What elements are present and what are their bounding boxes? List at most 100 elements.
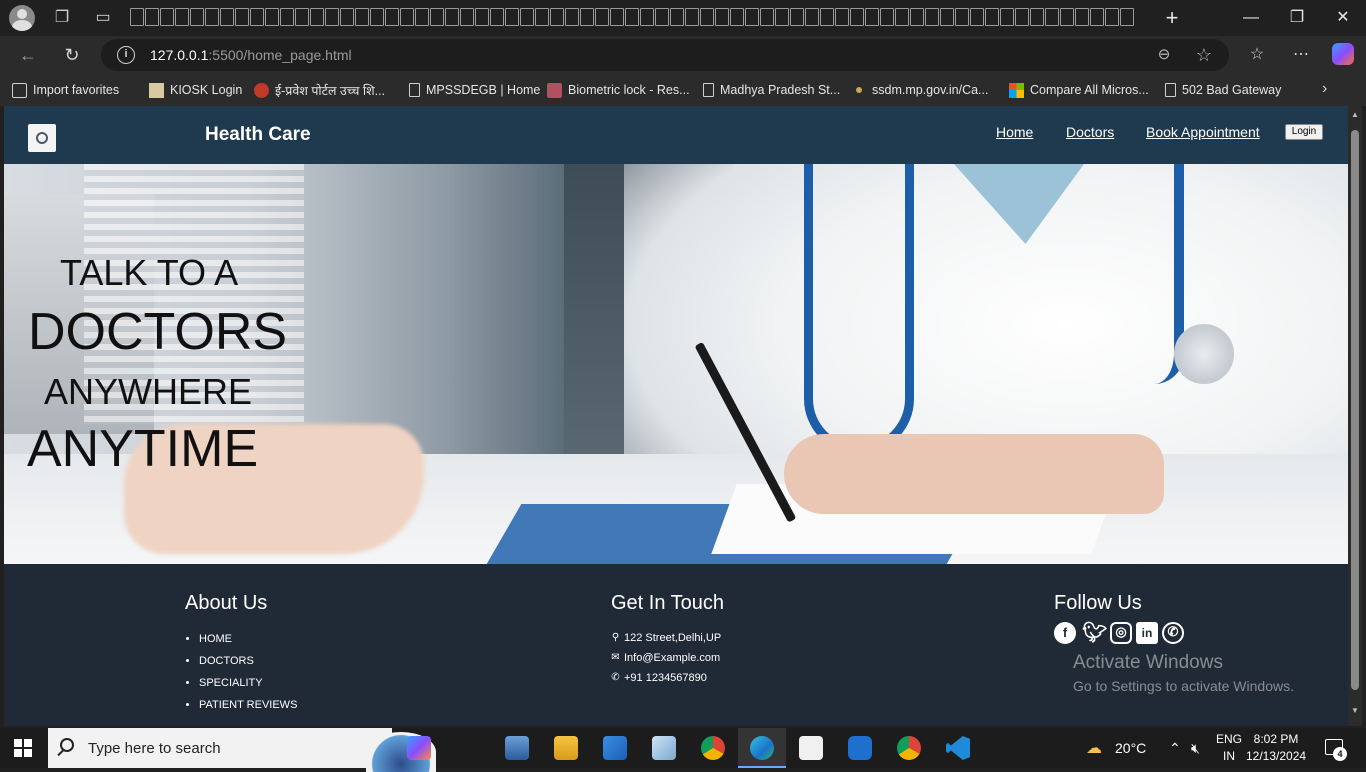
e-pravesh-favicon <box>254 82 269 98</box>
bookmark-e-pravesh[interactable]: ई-प्रवेश पोर्टल उच्च शि... <box>254 82 385 98</box>
bookmark-502-bad-gateway[interactable]: 502 Bad Gateway <box>1165 82 1281 98</box>
bookmark-ssdm[interactable]: ssdm.mp.gov.in/Ca... <box>852 82 988 98</box>
bookmark-mpssdegb[interactable]: MPSSDEGB | Home <box>409 82 540 98</box>
about-us-list: HOME DOCTORS SPECIALITY PATIENT REVIEWS <box>185 632 297 720</box>
workspaces-icon[interactable]: ❐ <box>52 8 72 28</box>
page-icon <box>409 83 420 97</box>
browser-titlebar: ❐ ▭ + — ❐ ✕ <box>0 0 1366 36</box>
contact-address: ⚲ 122 Street,Delhi,UP <box>611 632 721 644</box>
address-bar[interactable]: i 127.0.0.1:5500/home_page.html ⊖ ☆ <box>101 39 1229 71</box>
envelope-icon: ✉ <box>611 652 620 663</box>
linkedin-icon[interactable]: in <box>1136 622 1158 644</box>
close-icon[interactable]: ✕ <box>1328 6 1358 30</box>
language-indicator[interactable]: ENG IN <box>1216 731 1242 765</box>
bookmark-import-favorites[interactable]: Import favorites <box>12 82 119 98</box>
minimize-icon[interactable]: — <box>1236 6 1266 30</box>
clock-date: 12/13/2024 <box>1246 749 1307 763</box>
twitter-icon[interactable]: 🐦︎ <box>1082 622 1107 644</box>
page-scrollbar[interactable]: ▲ ▼ <box>1348 106 1362 726</box>
import-icon <box>12 82 27 98</box>
bookmark-madhya-pradesh[interactable]: Madhya Pradesh St... <box>703 82 840 98</box>
brand-title: Health Care <box>205 124 311 145</box>
follow-us-heading: Follow Us <box>1054 592 1142 614</box>
file-explorer-icon[interactable] <box>554 736 578 760</box>
site-logo[interactable] <box>28 124 56 152</box>
lang-region: IN <box>1223 749 1235 763</box>
scroll-up-icon[interactable]: ▲ <box>1350 110 1360 120</box>
page-icon <box>1165 83 1176 97</box>
get-in-touch-heading: Get In Touch <box>611 592 725 614</box>
weather-temp[interactable]: 20°C <box>1115 740 1146 756</box>
footer-link-doctors[interactable]: DOCTORS <box>199 654 297 676</box>
bookmarks-bar: Import favorites KIOSK Login ई-प्रवेश पो… <box>0 74 1366 106</box>
activate-subtitle: Go to Settings to activate Windows. <box>1073 678 1294 694</box>
phone-icon: ✆ <box>611 672 620 683</box>
tab-actions-icon[interactable]: ▭ <box>93 8 113 28</box>
phone-text: +91 1234567890 <box>624 672 707 684</box>
page-icon <box>703 83 714 97</box>
contact-phone: ✆ +91 1234567890 <box>611 672 707 684</box>
address-text: 122 Street,Delhi,UP <box>624 632 722 644</box>
favorites-icon[interactable]: ☆ <box>1246 44 1268 66</box>
notification-badge: 4 <box>1333 747 1347 761</box>
refresh-icon[interactable]: ↻ <box>60 44 84 66</box>
back-icon[interactable]: ← <box>16 44 40 66</box>
profile-avatar-icon[interactable] <box>9 5 35 31</box>
copilot-icon[interactable] <box>1332 43 1354 65</box>
system-clock[interactable]: 8:02 PM 12/13/2024 <box>1246 731 1306 765</box>
hero-stethoscope-chestpiece <box>1174 324 1234 384</box>
windows-taskbar: Type here to search ☁ 20°C ⌃ 🔇︎ ENG IN 8:… <box>0 728 1366 772</box>
kiosk-favicon <box>149 82 164 98</box>
tab-strip[interactable] <box>130 8 1138 28</box>
more-options-icon[interactable]: ⋯ <box>1290 44 1312 66</box>
taskbar-search[interactable]: Type here to search <box>48 728 436 772</box>
footer-link-patient-reviews[interactable]: PATIENT REVIEWS <box>199 698 297 720</box>
bookmark-compare-microsoft[interactable]: Compare All Micros... <box>1009 82 1149 98</box>
login-button[interactable]: Login <box>1285 124 1323 140</box>
meet-app-icon[interactable] <box>848 736 872 760</box>
chrome-icon[interactable] <box>701 736 725 760</box>
whatsapp-icon[interactable]: ✆ <box>1162 622 1184 644</box>
volume-muted-icon[interactable]: 🔇︎ <box>1191 740 1200 757</box>
chrome-profile-icon[interactable] <box>897 736 921 760</box>
scroll-down-icon[interactable]: ▼ <box>1350 706 1360 716</box>
hero-line-anywhere: ANYWHERE <box>44 371 253 412</box>
facebook-icon[interactable]: f <box>1054 622 1076 644</box>
zoom-out-icon[interactable]: ⊖ <box>1154 45 1174 65</box>
restore-icon[interactable]: ❐ <box>1282 6 1312 30</box>
copilot-app-icon[interactable] <box>407 736 431 760</box>
footer-link-speciality[interactable]: SPECIALITY <box>199 676 297 698</box>
weather-icon[interactable]: ☁ <box>1086 738 1102 758</box>
hero-line-doctors: DOCTORS <box>28 303 288 361</box>
edge-icon[interactable] <box>750 736 774 760</box>
search-icon <box>60 738 74 752</box>
vscode-icon[interactable] <box>946 736 970 760</box>
notes-app-icon[interactable] <box>652 736 676 760</box>
mail-icon[interactable] <box>799 736 823 760</box>
site-footer: About Us HOME DOCTORS SPECIALITY PATIENT… <box>4 564 1348 726</box>
favorite-star-icon[interactable]: ☆ <box>1194 45 1214 65</box>
tray-chevron-icon[interactable]: ⌃ <box>1169 740 1181 757</box>
nav-home-link[interactable]: Home <box>996 124 1033 140</box>
nav-book-appointment-link[interactable]: Book Appointment <box>1146 124 1260 140</box>
microsoft-store-icon[interactable] <box>603 736 627 760</box>
activate-title: Activate Windows <box>1073 652 1223 673</box>
new-tab-icon[interactable]: + <box>1157 6 1187 30</box>
bookmark-biometric-lock[interactable]: Biometric lock - Res... <box>547 82 690 98</box>
desktop-app-icon[interactable] <box>505 736 529 760</box>
url-text[interactable]: 127.0.0.1:5500/home_page.html <box>150 47 352 63</box>
footer-link-home[interactable]: HOME <box>199 632 297 654</box>
email-text: Info@Example.com <box>624 652 721 664</box>
bookmarks-more-icon[interactable]: › <box>1322 80 1327 98</box>
windows-start-icon[interactable] <box>14 739 32 757</box>
nav-doctors-link[interactable]: Doctors <box>1066 124 1114 140</box>
hero-doctor-hand <box>784 434 1164 514</box>
bookmark-kiosk-login[interactable]: KIOSK Login <box>149 82 242 98</box>
lang-code: ENG <box>1216 732 1243 746</box>
site-info-icon[interactable]: i <box>117 46 135 64</box>
biometric-favicon <box>547 82 562 98</box>
instagram-icon[interactable]: ◎ <box>1110 622 1132 644</box>
map-pin-icon: ⚲ <box>611 632 620 643</box>
scrollbar-thumb[interactable] <box>1351 130 1359 690</box>
address-bar-row: ← ↻ i 127.0.0.1:5500/home_page.html ⊖ ☆ … <box>0 36 1366 74</box>
